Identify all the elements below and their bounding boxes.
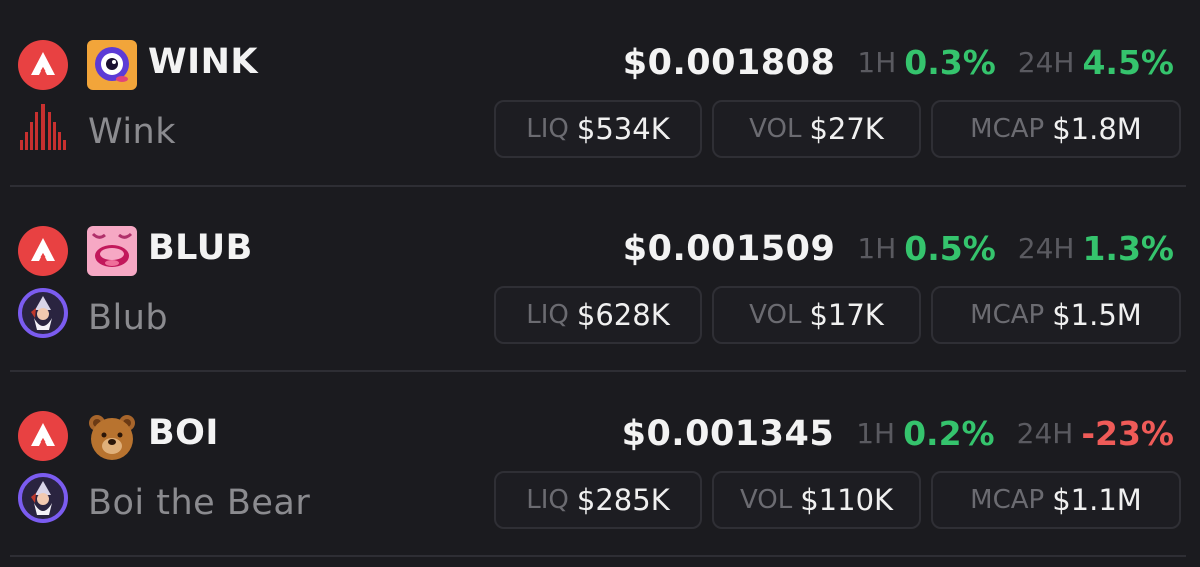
token-symbol: WINK: [148, 42, 259, 82]
liquidity-value: $534K: [576, 112, 670, 146]
wink-eye-icon: [87, 40, 137, 90]
token-name: Wink: [88, 112, 177, 152]
token-price: $0.001808: [622, 42, 836, 83]
liquidity-pill[interactable]: LIQ $534K: [494, 100, 702, 158]
market-cap-label: MCAP: [970, 300, 1045, 330]
token-price: $0.001345: [621, 413, 835, 454]
change-24h-value: -23%: [1081, 414, 1174, 453]
liquidity-label: LIQ: [526, 114, 569, 144]
token-symbol: BLUB: [148, 228, 253, 268]
market-cap-label: MCAP: [970, 114, 1045, 144]
liquidity-label: LIQ: [526, 485, 569, 515]
change-24h-value: 4.5%: [1082, 43, 1174, 82]
volume-pill[interactable]: VOL $27K: [712, 100, 921, 158]
price-line: $0.001808 1H 0.3% 24H 4.5%: [623, 40, 1174, 85]
market-cap-label: MCAP: [970, 485, 1045, 515]
market-cap-value: $1.1M: [1052, 483, 1142, 517]
change-1h-value: 0.5%: [904, 229, 996, 268]
change-1h-label: 1H: [856, 417, 896, 450]
market-cap-value: $1.5M: [1052, 298, 1142, 332]
change-1h-label: 1H: [857, 46, 897, 79]
liquidity-value: $285K: [576, 483, 670, 517]
liquidity-pill[interactable]: LIQ $628K: [494, 286, 702, 344]
change-1h-value: 0.3%: [904, 43, 996, 82]
change-24h-label: 24H: [1016, 417, 1074, 450]
market-cap-value: $1.8M: [1052, 112, 1142, 146]
blub-face-icon: [87, 226, 137, 276]
change-24h-label: 24H: [1017, 46, 1075, 79]
volume-pill[interactable]: VOL $110K: [712, 471, 921, 529]
token-row-boi[interactable]: BOI Boi the Bear $0.001345 1H 0.2% 24H -…: [0, 371, 1200, 556]
volume-value: $110K: [800, 483, 894, 517]
liquidity-pill[interactable]: LIQ $285K: [494, 471, 702, 529]
avalanche-icon: [18, 40, 68, 90]
token-row-blub[interactable]: BLUB Blub $0.001509 1H 0.5% 24H 1.3% LIQ…: [0, 186, 1200, 371]
liquidity-label: LIQ: [526, 300, 569, 330]
token-row-wink[interactable]: WINK Wink $0.001808 1H 0.3% 24H 4.5% LIQ…: [0, 0, 1200, 185]
change-1h-value: 0.2%: [903, 414, 995, 453]
market-cap-pill[interactable]: MCAP $1.5M: [931, 286, 1181, 344]
volume-label: VOL: [749, 114, 802, 144]
volume-value: $17K: [809, 298, 884, 332]
avalanche-icon: [18, 226, 68, 276]
wizard-icon: [18, 288, 68, 338]
bear-face-icon: [89, 415, 135, 460]
row-divider: [10, 555, 1186, 557]
token-name: Blub: [88, 298, 169, 338]
volume-value: $27K: [809, 112, 884, 146]
market-cap-pill[interactable]: MCAP $1.8M: [931, 100, 1181, 158]
volume-label: VOL: [749, 300, 802, 330]
red-spikes-icon: [20, 104, 66, 150]
price-line: $0.001345 1H 0.2% 24H -23%: [622, 411, 1174, 456]
change-24h-value: 1.3%: [1082, 229, 1174, 268]
token-symbol: BOI: [148, 413, 219, 453]
volume-label: VOL: [739, 485, 793, 515]
token-price: $0.001509: [622, 228, 836, 269]
price-line: $0.001509 1H 0.5% 24H 1.3%: [623, 226, 1174, 271]
change-1h-label: 1H: [857, 232, 897, 265]
liquidity-value: $628K: [576, 298, 670, 332]
change-24h-label: 24H: [1017, 232, 1075, 265]
token-name: Boi the Bear: [88, 483, 311, 523]
market-cap-pill[interactable]: MCAP $1.1M: [931, 471, 1181, 529]
avalanche-icon: [18, 411, 68, 461]
volume-pill[interactable]: VOL $17K: [712, 286, 921, 344]
wizard-icon: [18, 473, 68, 523]
